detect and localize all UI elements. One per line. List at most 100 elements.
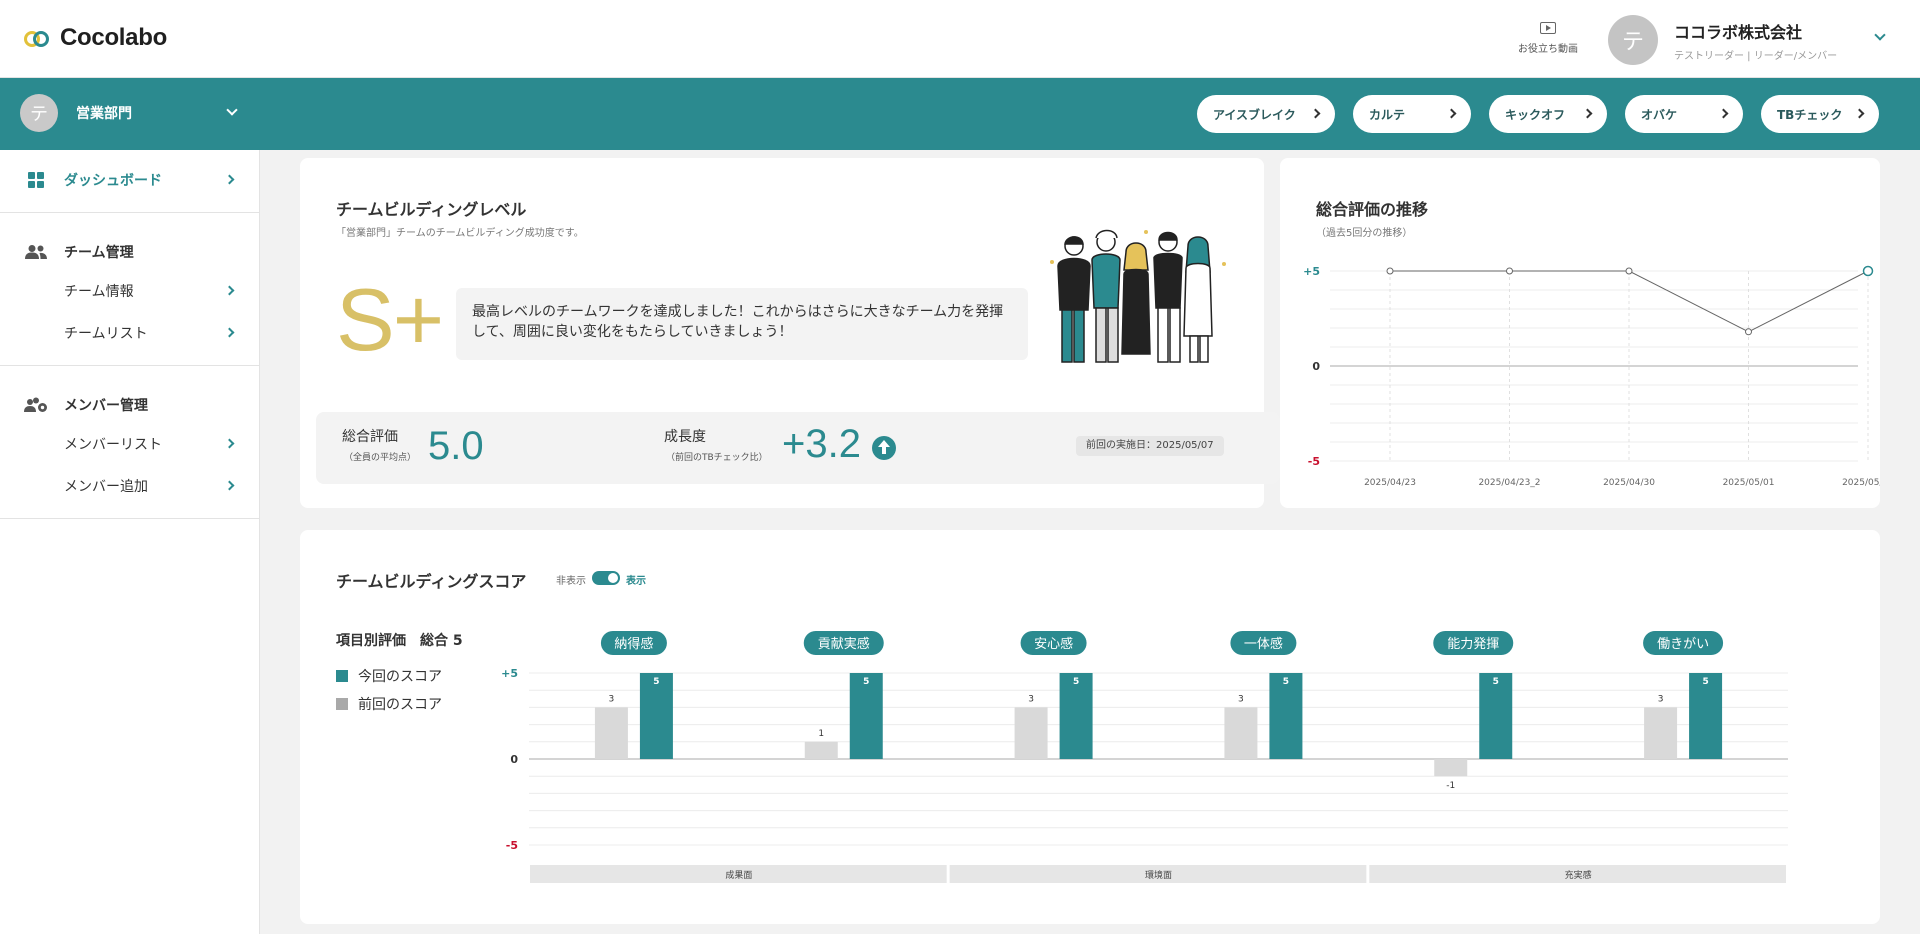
bar-previous-label: 1	[818, 729, 824, 739]
top-header: Cocolabo お役立ち動画 テ ココラボ株式会社 テストリーダー | リーダ…	[0, 0, 1920, 78]
overall-trend-card: 総合評価の推移 （過去5回分の推移） +5 0 -5 2025/04/23 2025/0…	[1280, 158, 1880, 508]
team-avatar: テ	[20, 94, 58, 132]
score-bar-chart: +5 0 -5 納得感 3 5 貢献実感 1 5 安心感 3 5 一体感 3 5 能力発揮 -1 5 働きがい 3 5 成…	[501, 631, 1788, 883]
sidebar-item-label: チームリスト	[64, 326, 148, 342]
sidebar: ダッシュボード チーム管理 チーム情報 チームリスト メンバー管理 メンバーリス…	[0, 150, 260, 934]
sidebar-item-member-list[interactable]: メンバーリスト	[0, 424, 259, 464]
team-management-heading: チーム管理	[24, 242, 134, 262]
y-tick-label: 0	[510, 753, 518, 766]
level-card-subtitle: 「営業部門」チームのチームビルディング成功度です。	[336, 228, 584, 239]
bar-current-label: 5	[653, 677, 659, 687]
karte-button[interactable]: カルテ	[1353, 95, 1471, 133]
member-management-heading: メンバー管理	[24, 395, 148, 415]
last-check-date: 前回の実施日：2025/05/07	[1076, 436, 1224, 456]
x-tick-label: 2025/05/01	[1723, 478, 1775, 488]
growth-label: 成長度	[664, 429, 706, 445]
dashboard-icon	[28, 172, 44, 188]
divider	[0, 365, 259, 366]
sidebar-item-team-list[interactable]: チームリスト	[0, 313, 259, 353]
bar-current-label: 5	[1493, 677, 1499, 687]
account-menu[interactable]: テ ココラボ株式会社 テストリーダー | リーダー/メンバー	[1608, 15, 1886, 65]
bar-previous	[1224, 707, 1258, 759]
y-tick-label: 0	[1312, 360, 1320, 373]
bar-previous	[594, 707, 628, 759]
chevron-right-icon	[224, 285, 235, 296]
bar-current-label: 5	[1702, 677, 1708, 687]
company-name: ココラボ株式会社	[1674, 22, 1803, 42]
bar-current-label: 5	[1283, 677, 1289, 687]
data-point	[1506, 267, 1513, 275]
level-stats-panel: 総合評価 （全員の平均点） 5.0 成長度 （前回のTBチェック比） +3.2 …	[316, 412, 1280, 484]
chevron-right-icon	[224, 327, 235, 338]
sidebar-item-label: チーム情報	[64, 284, 134, 300]
divider	[0, 518, 259, 519]
sidebar-item-member-add[interactable]: メンバー追加	[0, 466, 259, 506]
grade-message-line2: して、周囲に良い変化をもたらしていきましょう！	[472, 324, 793, 340]
overall-sublabel: （全員の平均点）	[344, 453, 417, 463]
chevron-right-icon	[1854, 108, 1865, 119]
team-icon	[25, 245, 47, 259]
bar-previous	[1014, 707, 1048, 759]
cocolabo-logo[interactable]: Cocolabo	[24, 24, 167, 52]
team-people-illustration	[1050, 229, 1226, 363]
trend-line-chart: +5 0 -5 2025/04/23 2025/04/23_2 2025/04/30 202…	[1303, 265, 1880, 488]
tb-check-button[interactable]: TBチェック	[1761, 95, 1879, 133]
category-label: 貢献実感	[818, 636, 870, 652]
bar-previous-label: 3	[609, 694, 615, 704]
video-icon	[1540, 22, 1556, 34]
members-gear-icon	[24, 397, 47, 412]
user-role: テストリーダー | リーダー/メンバー	[1674, 50, 1838, 62]
team-building-level-card: チームビルディングレベル 「営業部門」チームのチームビルディング成功度です。 S…	[300, 158, 1280, 508]
kickoff-label: キックオフ	[1505, 107, 1566, 122]
team-management-label: チーム管理	[64, 245, 134, 261]
growth-sublabel: （前回のTBチェック比）	[666, 453, 768, 463]
y-tick-label: -5	[506, 839, 518, 852]
y-tick-label: +5	[501, 667, 518, 680]
chevron-right-icon	[224, 438, 235, 449]
chevron-right-icon	[1582, 108, 1593, 119]
chevron-down-icon[interactable]	[1874, 29, 1886, 41]
chevron-down-icon[interactable]	[226, 104, 238, 116]
kickoff-button[interactable]: キックオフ	[1489, 95, 1607, 133]
arrow-up-icon	[872, 436, 896, 460]
chevron-right-icon	[224, 174, 235, 185]
group-label: 充実感	[1565, 869, 1592, 881]
help-video-button[interactable]: お役立ち動画	[1510, 20, 1586, 55]
obake-label: オバケ	[1641, 107, 1678, 122]
bar-previous-label: 3	[1238, 694, 1244, 704]
team-selector[interactable]: テ 営業部門	[20, 94, 238, 132]
chevron-right-icon	[1446, 108, 1457, 119]
help-video-label: お役立ち動画	[1518, 44, 1578, 55]
data-point	[1625, 267, 1633, 275]
bar-current-label: 5	[863, 677, 869, 687]
data-point	[1745, 328, 1752, 336]
data-point	[1862, 265, 1874, 277]
sidebar-item-dashboard[interactable]: ダッシュボード	[0, 160, 259, 200]
bar-previous	[1434, 759, 1468, 777]
bar-previous-label: 3	[1658, 694, 1664, 704]
category-label: 納得感	[614, 636, 653, 652]
growth-value: +3.2	[782, 422, 861, 466]
category-label: 能力発揮	[1447, 637, 1499, 652]
y-tick-label: +5	[1303, 265, 1320, 278]
group-label: 成果面	[725, 869, 752, 881]
chevron-right-icon	[224, 480, 235, 491]
team-toolbar: テ 営業部門 アイスブレイク カルテ キックオフ オバケ TBチェック	[0, 78, 1920, 150]
bar-previous-label: -1	[1446, 781, 1455, 791]
bar-previous	[1644, 707, 1678, 759]
obake-button[interactable]: オバケ	[1625, 95, 1743, 133]
data-point	[1386, 267, 1394, 275]
grade-value: S+	[336, 270, 444, 369]
account-avatar: テ	[1608, 15, 1658, 65]
category-label: 安心感	[1034, 636, 1073, 652]
grade-message: 最高レベルのチームワークを達成しました！これからはさらに大きなチーム力を発揮 し…	[456, 288, 1028, 360]
team-name: 営業部門	[76, 106, 132, 122]
category-label: 働きがい	[1657, 637, 1709, 652]
overall-value: 5.0	[428, 424, 484, 468]
x-tick-label: 2025/05/07	[1842, 478, 1880, 488]
sidebar-item-team-info[interactable]: チーム情報	[0, 271, 259, 311]
bar-previous-label: 3	[1028, 694, 1034, 704]
icebreak-button[interactable]: アイスブレイク	[1197, 95, 1335, 133]
icebreak-label: アイスブレイク	[1213, 107, 1296, 122]
logo-text: Cocolabo	[60, 24, 167, 51]
